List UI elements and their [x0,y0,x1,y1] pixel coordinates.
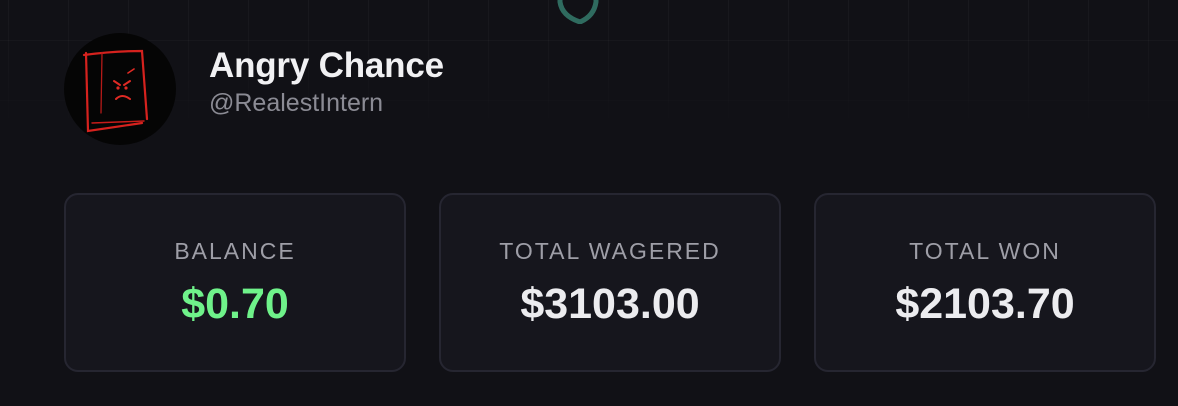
total-wagered-label: TOTAL WAGERED [499,238,721,264]
total-won-card: TOTAL WON $2103.70 [814,193,1156,372]
profile-identity: Angry Chance @RealestIntern [209,46,444,118]
total-wagered-value: $3103.00 [520,280,700,328]
angry-face-drawing-icon [82,49,149,133]
total-won-value: $2103.70 [895,280,1075,328]
shield-logo-icon [557,0,599,24]
total-won-label: TOTAL WON [909,238,1061,264]
username-handle: @RealestIntern [209,89,384,117]
profile-header: Angry Chance @RealestIntern [64,33,444,145]
display-name: Angry Chance [209,46,444,85]
balance-card: BALANCE $0.70 [64,193,406,372]
stats-row: BALANCE $0.70 TOTAL WAGERED $3103.00 TOT… [64,193,1156,372]
avatar[interactable] [64,33,176,145]
balance-value: $0.70 [181,280,289,328]
balance-label: BALANCE [174,238,296,264]
total-wagered-card: TOTAL WAGERED $3103.00 [439,193,781,372]
